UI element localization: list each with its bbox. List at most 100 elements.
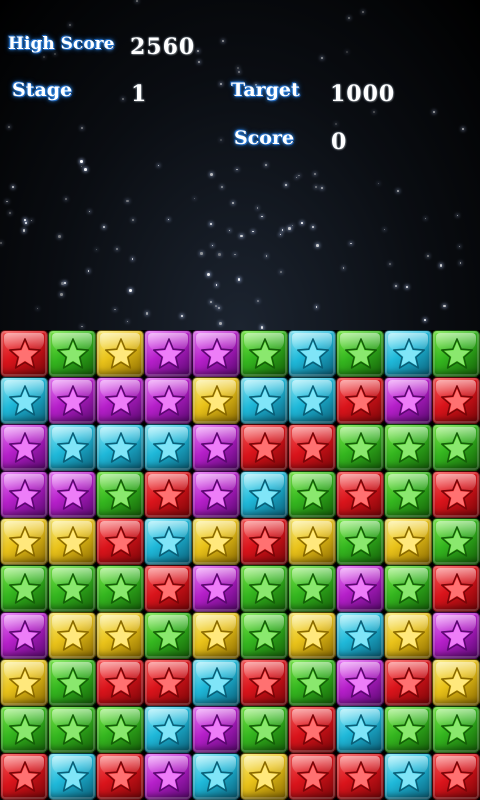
star-block-purple[interactable] [384,377,432,424]
star-block-yellow[interactable] [48,518,96,565]
star-block-green[interactable] [288,471,336,518]
star-block-cyan[interactable] [144,424,192,471]
star-block-green[interactable] [144,612,192,659]
star-block-red[interactable] [288,706,336,753]
star-block-red[interactable] [384,659,432,706]
star-block-yellow[interactable] [288,612,336,659]
star-block-red[interactable] [288,753,336,800]
star-block-green[interactable] [240,565,288,612]
star-block-green[interactable] [336,330,384,377]
star-block-cyan[interactable] [288,377,336,424]
star-block-green[interactable] [0,706,48,753]
star-block-purple[interactable] [0,612,48,659]
star-block-red[interactable] [336,753,384,800]
star-block-red[interactable] [288,424,336,471]
star-block-cyan[interactable] [144,518,192,565]
star-block-cyan[interactable] [336,706,384,753]
star-block-green[interactable] [432,424,480,471]
star-block-purple[interactable] [336,565,384,612]
star-block-yellow[interactable] [0,518,48,565]
star-block-cyan[interactable] [48,424,96,471]
star-block-red[interactable] [0,753,48,800]
star-block-green[interactable] [240,706,288,753]
star-block-green[interactable] [240,330,288,377]
star-block-cyan[interactable] [48,753,96,800]
star-block-cyan[interactable] [144,706,192,753]
star-block-purple[interactable] [432,612,480,659]
star-block-green[interactable] [384,565,432,612]
star-block-red[interactable] [336,471,384,518]
star-block-purple[interactable] [0,424,48,471]
star-block-green[interactable] [240,612,288,659]
star-block-green[interactable] [384,471,432,518]
star-block-red[interactable] [240,424,288,471]
star-block-cyan[interactable] [192,659,240,706]
star-block-red[interactable] [0,330,48,377]
star-block-red[interactable] [144,471,192,518]
star-block-cyan[interactable] [240,471,288,518]
star-block-yellow[interactable] [288,518,336,565]
star-block-cyan[interactable] [288,330,336,377]
star-block-red[interactable] [144,565,192,612]
star-block-purple[interactable] [144,753,192,800]
star-block-red[interactable] [144,659,192,706]
star-block-green[interactable] [96,471,144,518]
star-block-cyan[interactable] [0,377,48,424]
star-block-yellow[interactable] [240,753,288,800]
star-block-yellow[interactable] [0,659,48,706]
star-block-cyan[interactable] [240,377,288,424]
star-block-green[interactable] [96,706,144,753]
star-block-green[interactable] [48,565,96,612]
star-block-green[interactable] [336,518,384,565]
star-block-red[interactable] [96,753,144,800]
star-block-green[interactable] [432,330,480,377]
star-block-yellow[interactable] [432,659,480,706]
star-block-red[interactable] [96,518,144,565]
star-block-cyan[interactable] [96,424,144,471]
star-block-red[interactable] [96,659,144,706]
star-block-purple[interactable] [336,659,384,706]
star-block-red[interactable] [432,471,480,518]
star-block-red[interactable] [240,518,288,565]
star-block-purple[interactable] [192,471,240,518]
star-block-red[interactable] [432,565,480,612]
star-block-yellow[interactable] [384,612,432,659]
star-block-purple[interactable] [192,706,240,753]
star-block-cyan[interactable] [384,330,432,377]
star-block-cyan[interactable] [384,753,432,800]
star-block-purple[interactable] [48,377,96,424]
star-block-green[interactable] [432,706,480,753]
star-block-green[interactable] [48,330,96,377]
star-block-yellow[interactable] [192,377,240,424]
star-block-yellow[interactable] [96,612,144,659]
star-block-purple[interactable] [48,471,96,518]
star-block-purple[interactable] [144,330,192,377]
star-block-yellow[interactable] [192,612,240,659]
star-block-green[interactable] [48,706,96,753]
star-block-green[interactable] [336,424,384,471]
star-block-yellow[interactable] [192,518,240,565]
star-block-red[interactable] [240,659,288,706]
star-block-green[interactable] [288,565,336,612]
star-block-cyan[interactable] [336,612,384,659]
star-block-green[interactable] [0,565,48,612]
star-block-red[interactable] [432,753,480,800]
star-block-green[interactable] [384,706,432,753]
star-block-cyan[interactable] [192,753,240,800]
star-block-yellow[interactable] [48,612,96,659]
star-block-purple[interactable] [144,377,192,424]
star-block-red[interactable] [432,377,480,424]
star-block-red[interactable] [336,377,384,424]
star-block-green[interactable] [96,565,144,612]
star-block-green[interactable] [288,659,336,706]
star-block-green[interactable] [432,518,480,565]
star-block-green[interactable] [384,424,432,471]
star-block-purple[interactable] [96,377,144,424]
star-block-purple[interactable] [192,330,240,377]
star-block-purple[interactable] [0,471,48,518]
star-block-purple[interactable] [192,424,240,471]
star-block-purple[interactable] [192,565,240,612]
star-block-green[interactable] [48,659,96,706]
star-block-yellow[interactable] [96,330,144,377]
star-block-yellow[interactable] [384,518,432,565]
